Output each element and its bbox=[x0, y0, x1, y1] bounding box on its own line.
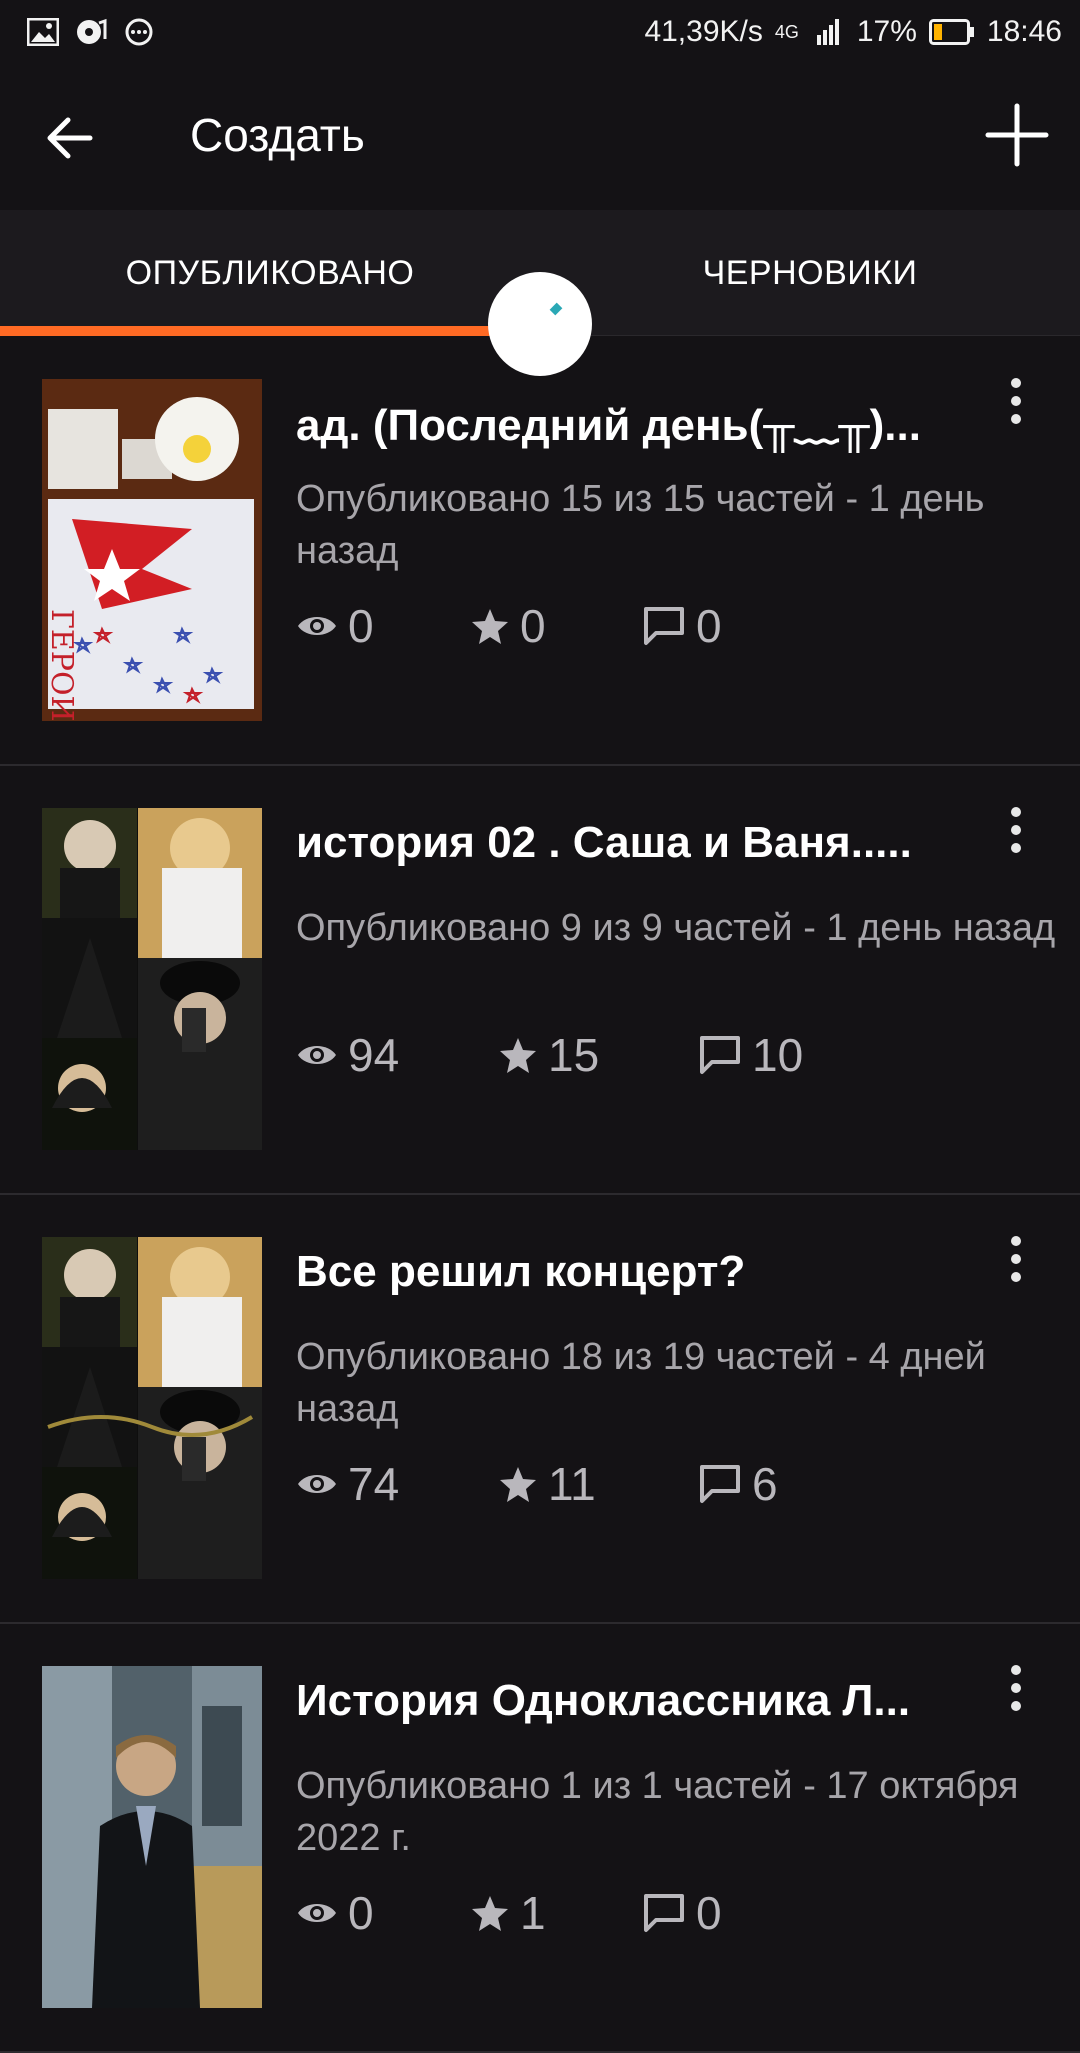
story-title: ад. (Последний день(╥﹏╥)... bbox=[296, 401, 921, 450]
music-notification-icon bbox=[74, 17, 108, 47]
views-count: 94 bbox=[348, 1029, 400, 1081]
views-stat: 0 bbox=[296, 599, 470, 653]
battery-icon bbox=[928, 17, 975, 47]
eye-icon bbox=[298, 1475, 336, 1493]
more-vertical-icon bbox=[1011, 1236, 1021, 1282]
comments-stat: 0 bbox=[642, 1886, 722, 1940]
clock: 18:46 bbox=[986, 15, 1062, 48]
story-meta: Опубликовано 18 из 19 частей - 4 дней на… bbox=[296, 1336, 986, 1430]
views-stat: 74 bbox=[296, 1457, 498, 1511]
page-title: Создать bbox=[190, 109, 365, 161]
battery-percent: 17% bbox=[856, 15, 917, 48]
back-button[interactable] bbox=[40, 108, 100, 168]
story-stats: 74 11 6 bbox=[296, 1457, 778, 1511]
story-title: История Одноклассника Л... bbox=[296, 1676, 911, 1725]
touch-indicator bbox=[488, 272, 592, 376]
story-card[interactable]: история 02 . Саша и Ваня..... Опубликова… bbox=[0, 766, 1080, 1195]
add-story-button[interactable] bbox=[982, 100, 1052, 170]
story-stats: 0 1 0 bbox=[296, 1886, 722, 1940]
star-icon bbox=[500, 1467, 536, 1502]
more-notifications-icon bbox=[122, 17, 156, 47]
arrow-left-icon bbox=[47, 117, 93, 159]
tab-drafts[interactable]: ЧЕРНОВИКИ bbox=[540, 210, 1080, 336]
story-cover-image: ГЕРОИ bbox=[42, 379, 262, 721]
comment-icon bbox=[700, 1036, 740, 1074]
comment-icon bbox=[644, 607, 684, 645]
story-stats: 94 15 10 bbox=[296, 1028, 803, 1082]
more-vertical-icon bbox=[1011, 378, 1021, 424]
eye-icon bbox=[298, 1904, 336, 1922]
story-stats: 0 0 0 bbox=[296, 599, 722, 653]
story-title: история 02 . Саша и Ваня..... bbox=[296, 818, 912, 867]
signal-icon bbox=[811, 17, 845, 47]
network-type: 4G bbox=[774, 21, 799, 42]
gallery-icon bbox=[26, 17, 60, 47]
tab-published[interactable]: ОПУБЛИКОВАНО bbox=[0, 210, 540, 336]
votes-count: 0 bbox=[520, 600, 546, 652]
story-cover-image bbox=[42, 1237, 262, 1579]
story-meta: Опубликовано 1 из 1 частей - 17 октября … bbox=[296, 1765, 1019, 1859]
story-meta: Опубликовано 9 из 9 частей - 1 день наза… bbox=[296, 907, 1056, 949]
story-menu-button[interactable] bbox=[996, 1231, 1036, 1291]
status-bar: 41,39K/s 4G 17% 18:46 bbox=[0, 0, 1080, 64]
votes-count: 11 bbox=[548, 1458, 596, 1510]
comments-count: 10 bbox=[752, 1029, 804, 1081]
comments-stat: 6 bbox=[698, 1457, 778, 1511]
story-cover-image bbox=[42, 808, 262, 1150]
views-count: 0 bbox=[348, 1887, 374, 1939]
star-icon bbox=[500, 1038, 536, 1073]
story-card[interactable]: ГЕРОИ ад. (Последний день(╥﹏╥)... Опубли… bbox=[0, 337, 1080, 766]
story-menu-button[interactable] bbox=[996, 373, 1036, 433]
votes-count: 15 bbox=[548, 1029, 600, 1081]
story-cover-image bbox=[42, 1666, 262, 2008]
story-menu-button[interactable] bbox=[996, 802, 1036, 862]
story-card[interactable]: История Одноклассника Л... Опубликовано … bbox=[0, 1624, 1080, 2053]
network-speed: 41,39K/s bbox=[644, 15, 763, 48]
views-stat: 94 bbox=[296, 1028, 498, 1082]
votes-stat: 11 bbox=[498, 1457, 698, 1511]
eye-icon bbox=[298, 1046, 336, 1064]
story-list: ГЕРОИ ад. (Последний день(╥﹏╥)... Опубли… bbox=[0, 337, 1080, 2053]
story-menu-button[interactable] bbox=[996, 1660, 1036, 1720]
story-meta: Опубликовано 15 из 15 частей - 1 день на… bbox=[296, 478, 985, 572]
votes-stat: 0 bbox=[470, 599, 642, 653]
more-vertical-icon bbox=[1011, 807, 1021, 853]
votes-stat: 1 bbox=[470, 1886, 642, 1940]
star-icon bbox=[472, 1896, 508, 1931]
svg-text:ГЕРОИ: ГЕРОИ bbox=[44, 609, 79, 721]
votes-stat: 15 bbox=[498, 1028, 698, 1082]
comments-stat: 10 bbox=[698, 1028, 803, 1082]
star-icon bbox=[472, 609, 508, 644]
story-card[interactable]: Все решил концерт? Опубликовано 18 из 19… bbox=[0, 1195, 1080, 1624]
views-stat: 0 bbox=[296, 1886, 470, 1940]
views-count: 74 bbox=[348, 1458, 400, 1510]
views-count: 0 bbox=[348, 600, 374, 652]
comments-count: 0 bbox=[696, 600, 722, 652]
comments-count: 0 bbox=[696, 1887, 722, 1939]
story-title: Все решил концерт? bbox=[296, 1247, 746, 1296]
eye-icon bbox=[298, 617, 336, 635]
votes-count: 1 bbox=[520, 1887, 546, 1939]
comment-icon bbox=[644, 1894, 684, 1932]
comments-count: 6 bbox=[752, 1458, 778, 1510]
comments-stat: 0 bbox=[642, 599, 722, 653]
tab-indicator bbox=[0, 326, 500, 336]
more-vertical-icon bbox=[1011, 1665, 1021, 1711]
comment-icon bbox=[700, 1465, 740, 1503]
app-bar: Создать bbox=[0, 64, 1080, 210]
plus-icon bbox=[985, 103, 1049, 167]
